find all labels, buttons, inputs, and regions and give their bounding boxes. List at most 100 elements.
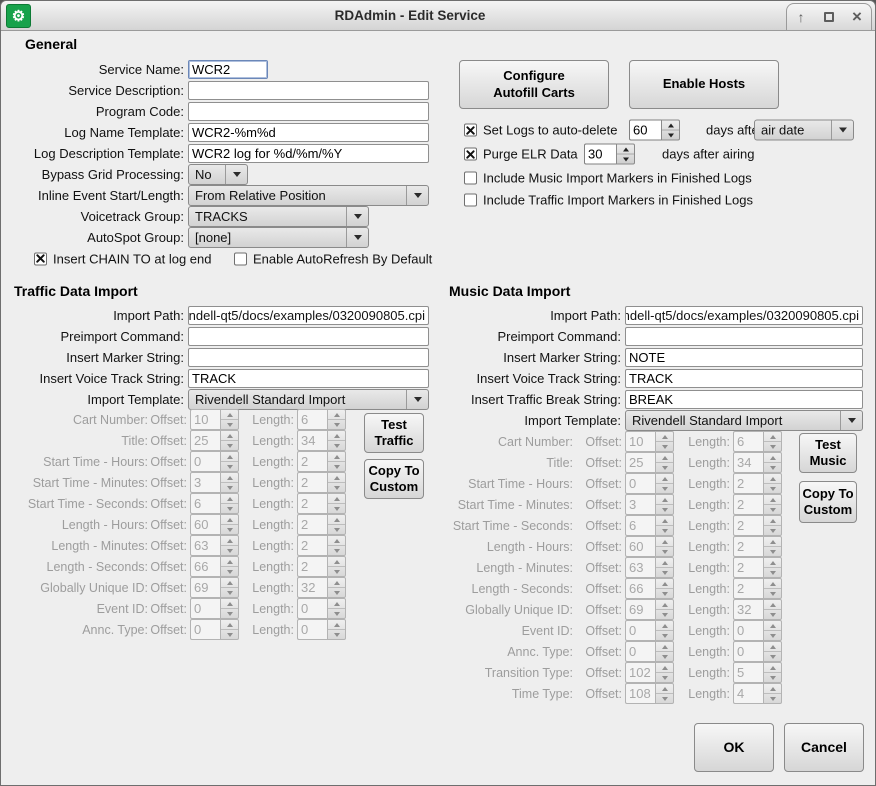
offset-row-label: Time Type: bbox=[379, 687, 573, 701]
length-label: Length: bbox=[683, 603, 730, 617]
test-music-button[interactable]: Test Music bbox=[799, 433, 857, 473]
import-offset-row: Globally Unique ID:Offset:69Length:32 bbox=[1, 599, 876, 620]
spin-up-icon bbox=[656, 474, 673, 484]
traffic-import-path-input[interactable]: endell-qt5/docs/examples/0320090805.cpi bbox=[188, 306, 429, 325]
spinner-buttons bbox=[655, 452, 674, 473]
auto-delete-days-value[interactable]: 60 bbox=[629, 120, 661, 141]
offset-label: Offset: bbox=[147, 413, 187, 427]
offset-row-label: Length - Minutes: bbox=[379, 561, 573, 575]
traffic-preimport-command-input[interactable] bbox=[188, 327, 429, 346]
maximize-icon[interactable] bbox=[818, 7, 840, 27]
spin-down-icon bbox=[656, 484, 673, 493]
spinner-buttons bbox=[763, 578, 782, 599]
service-name-row: Service Name: bbox=[9, 59, 439, 80]
configure-autofill-carts-button[interactable]: Configure Autofill Carts bbox=[459, 60, 609, 109]
import-offset-row: Length - Hours:Offset:60Length:2 bbox=[1, 536, 876, 557]
autorefresh-checkbox[interactable] bbox=[234, 252, 247, 265]
chain-to-checkbox[interactable] bbox=[34, 252, 47, 265]
length-spinbox-value: 0 bbox=[733, 620, 763, 641]
import-path-label: Import Path: bbox=[9, 308, 188, 323]
offset-label: Offset: bbox=[580, 561, 622, 575]
service-name-label: Service Name: bbox=[9, 62, 188, 77]
voicetrack-group-dropdown[interactable]: TRACKS bbox=[188, 206, 369, 227]
spin-down-icon bbox=[764, 547, 781, 556]
spinner-buttons bbox=[763, 431, 782, 452]
offset-spinbox-value: 6 bbox=[625, 515, 655, 536]
traffic-copy-to-custom-button[interactable]: Copy To Custom bbox=[364, 459, 424, 499]
cancel-button[interactable]: Cancel bbox=[784, 723, 864, 772]
spin-down-icon bbox=[764, 505, 781, 514]
length-spinbox-value: 6 bbox=[733, 431, 763, 452]
length-label: Length: bbox=[683, 645, 730, 659]
traffic-marker-row: Insert Marker String: bbox=[9, 347, 439, 368]
music-marker-row: Insert Marker String: bbox=[441, 347, 873, 368]
service-name-input[interactable] bbox=[188, 60, 268, 79]
ok-button[interactable]: OK bbox=[694, 723, 774, 772]
log-description-template-input[interactable] bbox=[188, 144, 429, 163]
music-insert-voice-track-input[interactable] bbox=[625, 369, 863, 388]
spin-down-icon bbox=[656, 589, 673, 598]
offset-spinbox-value: 10 bbox=[625, 431, 655, 452]
spin-down-icon[interactable] bbox=[617, 155, 634, 164]
inline-event-dropdown[interactable]: From Relative Position bbox=[188, 185, 429, 206]
import-offset-row: Title:Offset:25Length:34 bbox=[1, 452, 876, 473]
spin-up-icon[interactable] bbox=[662, 121, 679, 131]
music-copy-to-custom-button[interactable]: Copy To Custom bbox=[799, 481, 857, 523]
offset-row-label: Length - Seconds: bbox=[379, 582, 573, 596]
music-preimport-row: Preimport Command: bbox=[441, 326, 873, 347]
spin-down-icon[interactable] bbox=[662, 131, 679, 140]
log-name-template-input[interactable] bbox=[188, 123, 429, 142]
music-preimport-command-input[interactable] bbox=[625, 327, 863, 346]
spinner-buttons bbox=[763, 494, 782, 515]
test-traffic-button[interactable]: Test Traffic bbox=[364, 413, 424, 453]
insert-voice-track-label: Insert Voice Track String: bbox=[441, 371, 625, 386]
auto-delete-checkbox[interactable] bbox=[464, 124, 477, 137]
auto-delete-basis-dropdown[interactable]: air date bbox=[754, 120, 854, 141]
edit-service-dialog: ⚙ RDAdmin - Edit Service ↑ × General Tra… bbox=[0, 0, 876, 786]
purge-elr-days-spinbox[interactable]: 30 bbox=[584, 144, 635, 165]
length-label: Length: bbox=[683, 519, 730, 533]
general-section: Service Name: Service Description: Progr… bbox=[9, 59, 439, 248]
traffic-insert-marker-input[interactable] bbox=[188, 348, 429, 367]
insert-traffic-break-label: Insert Traffic Break String: bbox=[441, 392, 625, 407]
length-label: Length: bbox=[683, 477, 730, 491]
auto-delete-basis-value: air date bbox=[755, 123, 831, 138]
length-spinbox-value: 2 bbox=[733, 536, 763, 557]
include-traffic-markers-checkbox[interactable] bbox=[464, 194, 477, 207]
autospot-group-value: [none] bbox=[189, 230, 346, 245]
include-music-markers-checkbox[interactable] bbox=[464, 172, 477, 185]
spin-up-icon bbox=[656, 600, 673, 610]
program-code-input[interactable] bbox=[188, 102, 429, 121]
purge-elr-checkbox[interactable] bbox=[464, 148, 477, 161]
spinner-buttons bbox=[655, 431, 674, 452]
spinner-buttons bbox=[616, 144, 635, 165]
bypass-grid-value: No bbox=[189, 167, 225, 182]
music-import-path-input[interactable]: endell-qt5/docs/examples/0320090805.cpi bbox=[625, 306, 863, 325]
traffic-insert-voice-track-input[interactable] bbox=[188, 369, 429, 388]
purge-elr-days-value[interactable]: 30 bbox=[584, 144, 616, 165]
auto-delete-days-spinbox[interactable]: 60 bbox=[629, 120, 680, 141]
offset-label: Offset: bbox=[580, 435, 622, 449]
offset-row-label: Transition Type: bbox=[379, 666, 573, 680]
offset-spinbox: 10 bbox=[190, 409, 239, 430]
service-description-input[interactable] bbox=[188, 81, 429, 100]
close-icon[interactable]: × bbox=[846, 7, 868, 27]
music-insert-marker-input[interactable] bbox=[625, 348, 863, 367]
spinner-buttons bbox=[655, 641, 674, 662]
shade-icon[interactable]: ↑ bbox=[790, 7, 812, 27]
enable-hosts-button[interactable]: Enable Hosts bbox=[629, 60, 779, 109]
autorefresh-label: Enable AutoRefresh By Default bbox=[253, 251, 432, 266]
autospot-group-dropdown[interactable]: [none] bbox=[188, 227, 369, 248]
spin-up-icon[interactable] bbox=[617, 145, 634, 155]
spin-up-icon bbox=[656, 453, 673, 463]
import-path-label: Import Path: bbox=[441, 308, 625, 323]
bypass-grid-dropdown[interactable]: No bbox=[188, 164, 248, 185]
program-code-row: Program Code: bbox=[9, 101, 439, 122]
offset-label: Offset: bbox=[580, 519, 622, 533]
spinner-buttons bbox=[763, 515, 782, 536]
offset-spinbox: 6 bbox=[625, 515, 674, 536]
traffic-import-template-dropdown[interactable]: Rivendell Standard Import bbox=[188, 389, 429, 410]
offset-spinbox: 0 bbox=[625, 641, 674, 662]
spin-up-icon bbox=[764, 663, 781, 673]
music-insert-traffic-break-input[interactable] bbox=[625, 390, 863, 409]
